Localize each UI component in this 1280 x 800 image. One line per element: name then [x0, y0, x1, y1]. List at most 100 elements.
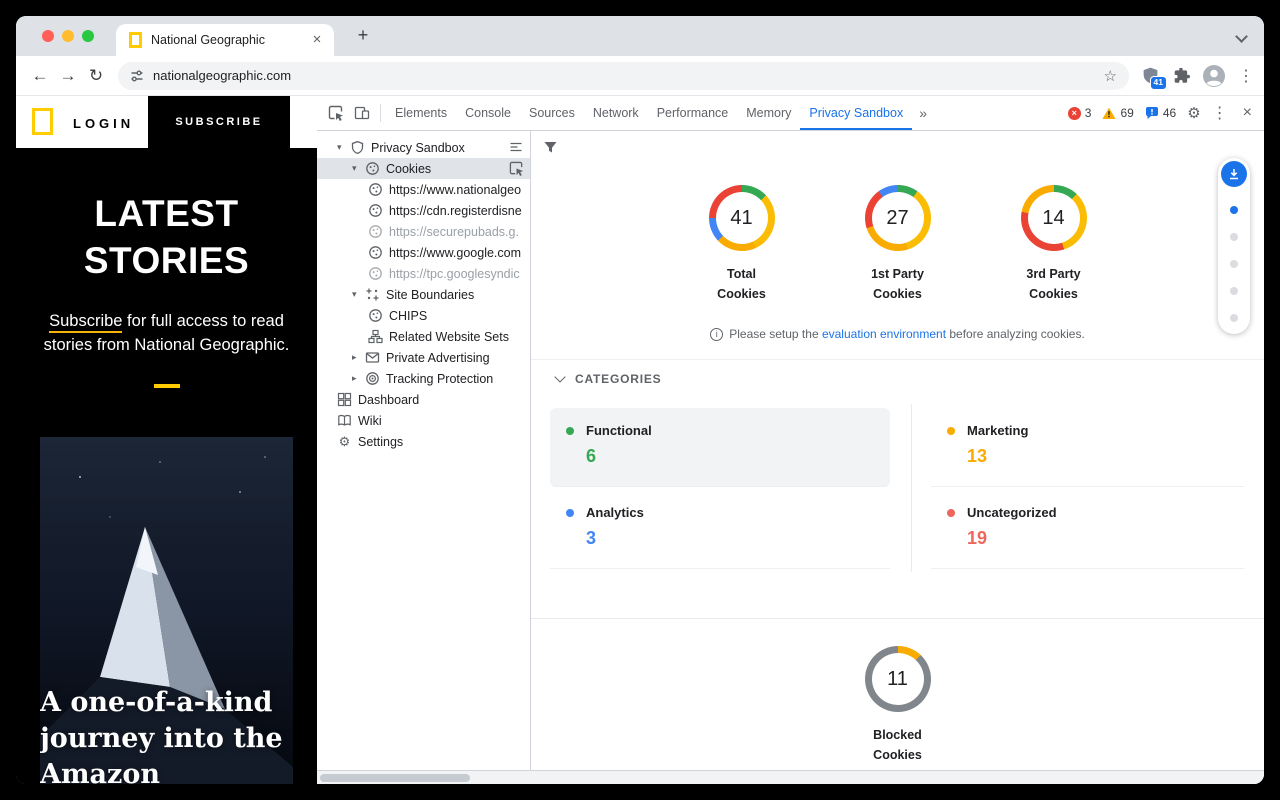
- tree-item-label: https://www.google.com: [389, 246, 521, 260]
- download-report-button[interactable]: [1221, 161, 1247, 187]
- cookie-extension-button[interactable]: 41: [1141, 66, 1161, 86]
- total-cookies-donut: 41 Total Cookies: [692, 185, 792, 304]
- expand-arrow-icon[interactable]: ▾: [352, 289, 365, 300]
- device-toolbar-icon[interactable]: [349, 100, 375, 126]
- tree-item-wiki[interactable]: Wiki: [317, 410, 530, 431]
- extensions-puzzle-icon[interactable]: [1173, 68, 1190, 84]
- story-title[interactable]: A one-of-a-kind journey into the Amazon: [40, 685, 293, 784]
- evaluation-environment-link[interactable]: evaluation environment: [822, 327, 946, 341]
- horizontal-scrollbar[interactable]: [317, 770, 1264, 784]
- promo-text: Subscribe for full access to read storie…: [31, 309, 303, 359]
- tree-item-chips[interactable]: CHIPS: [317, 305, 530, 326]
- forward-button[interactable]: →: [54, 66, 82, 86]
- donut-value: 14: [1042, 207, 1064, 230]
- tree-item-site-boundaries[interactable]: ▾ Site Boundaries: [317, 284, 530, 305]
- warning-count[interactable]: 69: [1102, 106, 1133, 120]
- tree-item-url-googlesyndication[interactable]: https://tpc.googlesyndic: [317, 263, 530, 284]
- tree-item-url-google[interactable]: https://www.google.com: [317, 242, 530, 263]
- devtools-tab-privacy-sandbox[interactable]: Privacy Sandbox: [800, 96, 912, 130]
- tree-menu-icon[interactable]: [509, 140, 524, 155]
- category-analytics[interactable]: Analytics 3: [550, 490, 890, 569]
- devtools-tab-performance[interactable]: Performance: [648, 96, 738, 130]
- devtools-tab-elements[interactable]: Elements: [386, 96, 456, 130]
- category-label: Uncategorized: [967, 505, 1057, 520]
- subscribe-button[interactable]: SUBSCRIBE: [148, 96, 290, 148]
- pager-dot[interactable]: [1230, 287, 1238, 295]
- close-window-button[interactable]: [42, 30, 54, 42]
- devtools-menu-icon[interactable]: ⋮: [1212, 103, 1228, 123]
- tree-item-label: Privacy Sandbox: [371, 141, 465, 155]
- bookmark-star-icon[interactable]: ☆: [1104, 67, 1117, 85]
- collapse-arrow-icon[interactable]: ▸: [352, 352, 365, 363]
- category-marketing[interactable]: Marketing 13: [931, 408, 1244, 487]
- pager-dot[interactable]: [1230, 314, 1238, 322]
- profile-avatar[interactable]: [1202, 64, 1226, 88]
- fullscreen-window-button[interactable]: [82, 30, 94, 42]
- expand-arrow-icon[interactable]: ▾: [352, 163, 365, 174]
- filter-funnel-icon[interactable]: [543, 140, 558, 160]
- tree-item-privacy-sandbox[interactable]: ▾ Privacy Sandbox: [317, 137, 530, 158]
- browser-tab[interactable]: National Geographic ×: [116, 24, 334, 56]
- devtools-tab-network[interactable]: Network: [584, 96, 648, 130]
- devtools-tab-console[interactable]: Console: [456, 96, 520, 130]
- login-button[interactable]: LOGIN: [73, 116, 134, 131]
- devtools-tabs-bar: Elements Console Sources Network Perform…: [317, 96, 1264, 131]
- tab-title: National Geographic: [151, 33, 308, 47]
- yellow-divider: [154, 384, 180, 388]
- error-count[interactable]: ×3: [1068, 106, 1092, 120]
- site-settings-icon[interactable]: [130, 69, 144, 83]
- address-bar[interactable]: nationalgeographic.com ☆: [118, 62, 1129, 90]
- tree-item-label: https://securepubads.g.: [389, 225, 519, 239]
- devtools-settings-icon[interactable]: ⚙: [1187, 104, 1200, 122]
- section-divider: [531, 359, 1264, 360]
- devtools-tab-memory[interactable]: Memory: [737, 96, 800, 130]
- natgeo-logo-icon[interactable]: [32, 108, 53, 135]
- category-uncategorized[interactable]: Uncategorized 19: [931, 490, 1244, 569]
- minimize-window-button[interactable]: [62, 30, 74, 42]
- tree-item-label: https://tpc.googlesyndic: [389, 267, 520, 281]
- devtools-tab-sources[interactable]: Sources: [520, 96, 584, 130]
- reload-button[interactable]: ↻: [82, 66, 110, 86]
- subscribe-link[interactable]: Subscribe: [49, 312, 122, 333]
- pager-dot[interactable]: [1230, 260, 1238, 268]
- tree-item-dashboard[interactable]: Dashboard: [317, 389, 530, 410]
- browser-menu-icon[interactable]: ⋮: [1238, 66, 1254, 86]
- setup-info-note: i Please setup the evaluation environmen…: [531, 327, 1264, 341]
- tree-item-tracking-protection[interactable]: ▸ Tracking Protection: [317, 368, 530, 389]
- categories-title: CATEGORIES: [575, 372, 661, 386]
- collapse-arrow-icon[interactable]: ▸: [352, 373, 365, 384]
- issues-count[interactable]: 46: [1145, 106, 1176, 120]
- category-functional[interactable]: Functional 6: [550, 408, 890, 487]
- natgeo-favicon-icon: [129, 32, 142, 48]
- tree-item-private-advertising[interactable]: ▸ Private Advertising: [317, 347, 530, 368]
- categories-grid: Functional 6 Marketing 13: [550, 408, 1244, 572]
- tree-item-url-registerdisney[interactable]: https://cdn.registerdisne: [317, 200, 530, 221]
- category-value: 19: [967, 528, 1228, 549]
- browser-window: National Geographic × + ← → ↻ nationalge…: [16, 16, 1264, 784]
- donut-ring: 27: [865, 185, 931, 251]
- tree-item-url-securepubads[interactable]: https://securepubads.g.: [317, 221, 530, 242]
- devtools-status-cluster: ×3 69 46 ⚙ ⋮ ×: [1068, 103, 1258, 123]
- more-tabs-icon[interactable]: »: [912, 105, 934, 121]
- story-hero-image[interactable]: A one-of-a-kind journey into the Amazon: [40, 437, 293, 784]
- devtools-close-icon[interactable]: ×: [1239, 104, 1256, 122]
- tab-search-chevron-icon[interactable]: [1235, 30, 1248, 43]
- new-tab-button[interactable]: +: [352, 25, 374, 47]
- pager-dot[interactable]: [1230, 206, 1238, 214]
- categories-section-header[interactable]: CATEGORIES: [556, 372, 661, 386]
- toolbar-right-cluster: 41 ⋮: [1137, 64, 1254, 88]
- pick-element-icon[interactable]: [509, 161, 524, 176]
- close-tab-icon[interactable]: ×: [308, 31, 326, 49]
- tree-item-cookies[interactable]: ▾ Cookies: [317, 158, 530, 179]
- pager-dot[interactable]: [1230, 233, 1238, 241]
- tree-item-related-website-sets[interactable]: Related Website Sets: [317, 326, 530, 347]
- issues-icon: [1145, 106, 1159, 120]
- tree-item-url-nationalgeographic[interactable]: https://www.nationalgeo: [317, 179, 530, 200]
- tree-item-settings[interactable]: ⚙ Settings: [317, 431, 530, 452]
- scrollbar-thumb[interactable]: [320, 774, 470, 782]
- back-button[interactable]: ←: [26, 66, 54, 86]
- expand-arrow-icon[interactable]: ▾: [337, 142, 350, 153]
- tab-strip: National Geographic × +: [16, 16, 1264, 56]
- url-text[interactable]: nationalgeographic.com: [153, 68, 291, 83]
- inspect-element-icon[interactable]: [323, 100, 349, 126]
